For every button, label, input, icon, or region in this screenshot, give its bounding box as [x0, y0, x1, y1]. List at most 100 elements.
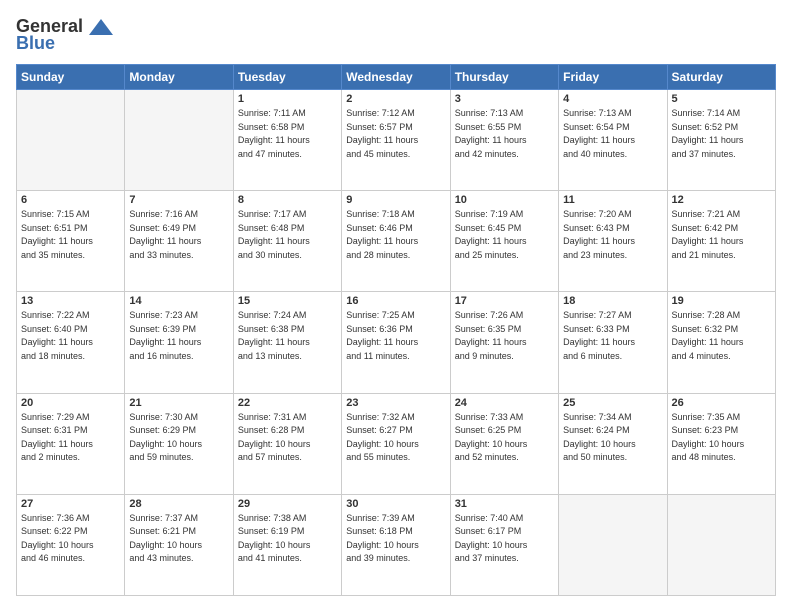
- day-number: 6: [21, 194, 120, 206]
- day-info: Sunrise: 7:16 AM Sunset: 6:49 PM Dayligh…: [129, 208, 228, 262]
- day-number: 11: [563, 194, 662, 206]
- day-number: 28: [129, 498, 228, 510]
- calendar-cell: 28 Sunrise: 7:37 AM Sunset: 6:21 PM Dayli…: [125, 494, 233, 595]
- day-number: 31: [455, 498, 554, 510]
- day-number: 14: [129, 295, 228, 307]
- day-info: Sunrise: 7:28 AM Sunset: 6:32 PM Dayligh…: [672, 309, 771, 363]
- day-info: Sunrise: 7:15 AM Sunset: 6:51 PM Dayligh…: [21, 208, 120, 262]
- calendar-cell: 17 Sunrise: 7:26 AM Sunset: 6:35 PM Dayli…: [450, 292, 558, 393]
- day-number: 19: [672, 295, 771, 307]
- logo: General Blue: [16, 16, 115, 54]
- calendar-cell: 2Sunrise: 7:12 AM Sunset: 6:57 PM Daylig…: [342, 90, 450, 191]
- calendar-cell: 11 Sunrise: 7:20 AM Sunset: 6:43 PM Dayli…: [559, 191, 667, 292]
- calendar-cell: 25Sunrise: 7:34 AM Sunset: 6:24 PM Dayli…: [559, 393, 667, 494]
- day-number: 16: [346, 295, 445, 307]
- calendar-cell: 13Sunrise: 7:22 AM Sunset: 6:40 PM Dayli…: [17, 292, 125, 393]
- header: General Blue: [16, 16, 776, 54]
- calendar-cell: 16 Sunrise: 7:25 AM Sunset: 6:36 PM Dayli…: [342, 292, 450, 393]
- day-info: Sunrise: 7:13 AM Sunset: 6:55 PM Dayligh…: [455, 107, 554, 161]
- col-header-friday: Friday: [559, 65, 667, 90]
- day-info: Sunrise: 7:23 AM Sunset: 6:39 PM Dayligh…: [129, 309, 228, 363]
- col-header-sunday: Sunday: [17, 65, 125, 90]
- calendar-cell: 31 Sunrise: 7:40 AM Sunset: 6:17 PM Dayli…: [450, 494, 558, 595]
- calendar-header-row: SundayMondayTuesdayWednesdayThursdayFrid…: [17, 65, 776, 90]
- calendar-cell: 20Sunrise: 7:29 AM Sunset: 6:31 PM Dayli…: [17, 393, 125, 494]
- col-header-tuesday: Tuesday: [233, 65, 341, 90]
- day-info: Sunrise: 7:14 AM Sunset: 6:52 PM Dayligh…: [672, 107, 771, 161]
- day-number: 21: [129, 397, 228, 409]
- day-info: Sunrise: 7:26 AM Sunset: 6:35 PM Dayligh…: [455, 309, 554, 363]
- col-header-saturday: Saturday: [667, 65, 775, 90]
- calendar-cell: 26 Sunrise: 7:35 AM Sunset: 6:23 PM Dayli…: [667, 393, 775, 494]
- day-number: 30: [346, 498, 445, 510]
- calendar-cell: 14 Sunrise: 7:23 AM Sunset: 6:39 PM Dayli…: [125, 292, 233, 393]
- day-info: Sunrise: 7:13 AM Sunset: 6:54 PM Dayligh…: [563, 107, 662, 161]
- calendar-cell: 7 Sunrise: 7:16 AM Sunset: 6:49 PM Daylig…: [125, 191, 233, 292]
- col-header-wednesday: Wednesday: [342, 65, 450, 90]
- day-info: Sunrise: 7:35 AM Sunset: 6:23 PM Dayligh…: [672, 411, 771, 465]
- day-number: 13: [21, 295, 120, 307]
- calendar-week-row: 1Sunrise: 7:11 AM Sunset: 6:58 PM Daylig…: [17, 90, 776, 191]
- day-number: 2: [346, 93, 445, 105]
- calendar-cell: 12Sunrise: 7:21 AM Sunset: 6:42 PM Dayli…: [667, 191, 775, 292]
- logo-icon: [87, 17, 115, 37]
- calendar-cell: 4 Sunrise: 7:13 AM Sunset: 6:54 PM Daylig…: [559, 90, 667, 191]
- day-info: Sunrise: 7:29 AM Sunset: 6:31 PM Dayligh…: [21, 411, 120, 465]
- calendar-cell: 1Sunrise: 7:11 AM Sunset: 6:58 PM Daylig…: [233, 90, 341, 191]
- calendar-cell: 10Sunrise: 7:19 AM Sunset: 6:45 PM Dayli…: [450, 191, 558, 292]
- day-info: Sunrise: 7:17 AM Sunset: 6:48 PM Dayligh…: [238, 208, 337, 262]
- day-number: 1: [238, 93, 337, 105]
- day-number: 24: [455, 397, 554, 409]
- calendar-cell: 24 Sunrise: 7:33 AM Sunset: 6:25 PM Dayli…: [450, 393, 558, 494]
- day-number: 29: [238, 498, 337, 510]
- day-number: 17: [455, 295, 554, 307]
- day-info: Sunrise: 7:31 AM Sunset: 6:28 PM Dayligh…: [238, 411, 337, 465]
- page: General Blue SundayMondayTuesdayWednesda…: [0, 0, 792, 612]
- day-info: Sunrise: 7:25 AM Sunset: 6:36 PM Dayligh…: [346, 309, 445, 363]
- calendar-cell: 22 Sunrise: 7:31 AM Sunset: 6:28 PM Dayli…: [233, 393, 341, 494]
- calendar-cell: [17, 90, 125, 191]
- day-number: 5: [672, 93, 771, 105]
- col-header-monday: Monday: [125, 65, 233, 90]
- day-number: 22: [238, 397, 337, 409]
- calendar-cell: 6 Sunrise: 7:15 AM Sunset: 6:51 PM Daylig…: [17, 191, 125, 292]
- calendar-cell: 9Sunrise: 7:18 AM Sunset: 6:46 PM Daylig…: [342, 191, 450, 292]
- day-info: Sunrise: 7:37 AM Sunset: 6:21 PM Dayligh…: [129, 512, 228, 566]
- day-number: 3: [455, 93, 554, 105]
- day-info: Sunrise: 7:20 AM Sunset: 6:43 PM Dayligh…: [563, 208, 662, 262]
- calendar-cell: 5 Sunrise: 7:14 AM Sunset: 6:52 PM Daylig…: [667, 90, 775, 191]
- calendar-cell: 3 Sunrise: 7:13 AM Sunset: 6:55 PM Daylig…: [450, 90, 558, 191]
- calendar-cell: [667, 494, 775, 595]
- day-number: 7: [129, 194, 228, 206]
- day-number: 18: [563, 295, 662, 307]
- day-info: Sunrise: 7:40 AM Sunset: 6:17 PM Dayligh…: [455, 512, 554, 566]
- calendar-cell: 15 Sunrise: 7:24 AM Sunset: 6:38 PM Dayli…: [233, 292, 341, 393]
- calendar-cell: [559, 494, 667, 595]
- calendar-cell: [125, 90, 233, 191]
- day-info: Sunrise: 7:24 AM Sunset: 6:38 PM Dayligh…: [238, 309, 337, 363]
- calendar-cell: 29 Sunrise: 7:38 AM Sunset: 6:19 PM Dayli…: [233, 494, 341, 595]
- day-info: Sunrise: 7:39 AM Sunset: 6:18 PM Dayligh…: [346, 512, 445, 566]
- day-info: Sunrise: 7:38 AM Sunset: 6:19 PM Dayligh…: [238, 512, 337, 566]
- calendar-week-row: 6 Sunrise: 7:15 AM Sunset: 6:51 PM Daylig…: [17, 191, 776, 292]
- calendar-cell: 8 Sunrise: 7:17 AM Sunset: 6:48 PM Daylig…: [233, 191, 341, 292]
- day-number: 4: [563, 93, 662, 105]
- day-number: 15: [238, 295, 337, 307]
- day-info: Sunrise: 7:27 AM Sunset: 6:33 PM Dayligh…: [563, 309, 662, 363]
- calendar-cell: 21Sunrise: 7:30 AM Sunset: 6:29 PM Dayli…: [125, 393, 233, 494]
- day-number: 8: [238, 194, 337, 206]
- day-number: 10: [455, 194, 554, 206]
- calendar-cell: 30 Sunrise: 7:39 AM Sunset: 6:18 PM Dayli…: [342, 494, 450, 595]
- day-info: Sunrise: 7:32 AM Sunset: 6:27 PM Dayligh…: [346, 411, 445, 465]
- day-info: Sunrise: 7:33 AM Sunset: 6:25 PM Dayligh…: [455, 411, 554, 465]
- calendar-table: SundayMondayTuesdayWednesdayThursdayFrid…: [16, 64, 776, 596]
- day-info: Sunrise: 7:18 AM Sunset: 6:46 PM Dayligh…: [346, 208, 445, 262]
- calendar-cell: 23 Sunrise: 7:32 AM Sunset: 6:27 PM Dayli…: [342, 393, 450, 494]
- calendar-week-row: 20Sunrise: 7:29 AM Sunset: 6:31 PM Dayli…: [17, 393, 776, 494]
- day-number: 26: [672, 397, 771, 409]
- calendar-cell: 19 Sunrise: 7:28 AM Sunset: 6:32 PM Dayli…: [667, 292, 775, 393]
- calendar-cell: 18 Sunrise: 7:27 AM Sunset: 6:33 PM Dayli…: [559, 292, 667, 393]
- day-number: 23: [346, 397, 445, 409]
- calendar-cell: 27Sunrise: 7:36 AM Sunset: 6:22 PM Dayli…: [17, 494, 125, 595]
- calendar-week-row: 27Sunrise: 7:36 AM Sunset: 6:22 PM Dayli…: [17, 494, 776, 595]
